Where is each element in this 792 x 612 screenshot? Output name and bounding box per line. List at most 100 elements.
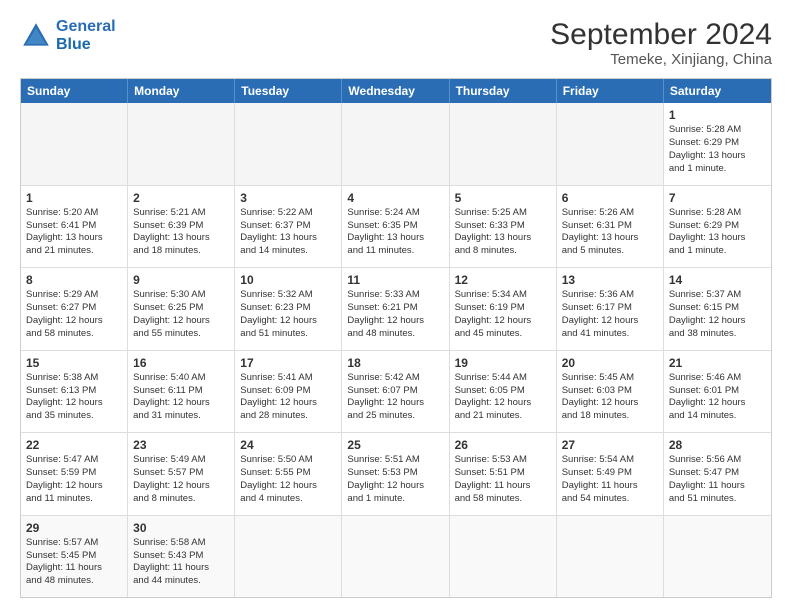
sunset: Sunset: 5:57 PM bbox=[133, 467, 203, 478]
table-row: 29Sunrise: 5:57 AMSunset: 5:45 PMDayligh… bbox=[21, 516, 128, 598]
daylight-minutes: and 51 minutes. bbox=[240, 328, 308, 339]
calendar: Sunday Monday Tuesday Wednesday Thursday… bbox=[20, 78, 772, 598]
daylight-minutes: and 21 minutes. bbox=[26, 245, 94, 256]
sunrise: Sunrise: 5:29 AM bbox=[26, 289, 98, 300]
table-row bbox=[450, 516, 557, 598]
table-row: 23Sunrise: 5:49 AMSunset: 5:57 PMDayligh… bbox=[128, 433, 235, 515]
sunrise: Sunrise: 5:37 AM bbox=[669, 289, 741, 300]
day-number: 22 bbox=[26, 437, 122, 453]
daylight: Daylight: 12 hours bbox=[133, 397, 210, 408]
sunset: Sunset: 5:51 PM bbox=[455, 467, 525, 478]
day-number: 18 bbox=[347, 355, 443, 371]
table-row: 1Sunrise: 5:28 AMSunset: 6:29 PMDaylight… bbox=[664, 103, 771, 185]
table-row: 15Sunrise: 5:38 AMSunset: 6:13 PMDayligh… bbox=[21, 351, 128, 433]
sunrise: Sunrise: 5:51 AM bbox=[347, 454, 419, 465]
table-row: 7Sunrise: 5:28 AMSunset: 6:29 PMDaylight… bbox=[664, 186, 771, 268]
table-row: 6Sunrise: 5:26 AMSunset: 6:31 PMDaylight… bbox=[557, 186, 664, 268]
table-row: 19Sunrise: 5:44 AMSunset: 6:05 PMDayligh… bbox=[450, 351, 557, 433]
sunrise: Sunrise: 5:41 AM bbox=[240, 372, 312, 383]
sunrise: Sunrise: 5:34 AM bbox=[455, 289, 527, 300]
sunset: Sunset: 6:29 PM bbox=[669, 137, 739, 148]
day-number: 3 bbox=[240, 190, 336, 206]
day-number: 10 bbox=[240, 272, 336, 288]
daylight-minutes: and 18 minutes. bbox=[562, 410, 630, 421]
table-row bbox=[128, 103, 235, 185]
table-row: 25Sunrise: 5:51 AMSunset: 5:53 PMDayligh… bbox=[342, 433, 449, 515]
day-number: 25 bbox=[347, 437, 443, 453]
daylight-minutes: and 1 minute. bbox=[669, 163, 727, 174]
daylight-minutes: and 35 minutes. bbox=[26, 410, 94, 421]
daylight: Daylight: 12 hours bbox=[240, 397, 317, 408]
daylight: Daylight: 12 hours bbox=[562, 397, 639, 408]
sunset: Sunset: 6:33 PM bbox=[455, 220, 525, 231]
daylight: Daylight: 13 hours bbox=[240, 232, 317, 243]
day-number: 29 bbox=[26, 520, 122, 536]
day-number: 19 bbox=[455, 355, 551, 371]
logo: GeneralBlue bbox=[20, 18, 116, 53]
daylight: Daylight: 12 hours bbox=[347, 397, 424, 408]
table-row: 12Sunrise: 5:34 AMSunset: 6:19 PMDayligh… bbox=[450, 268, 557, 350]
sunrise: Sunrise: 5:45 AM bbox=[562, 372, 634, 383]
day-number: 26 bbox=[455, 437, 551, 453]
day-number: 11 bbox=[347, 272, 443, 288]
daylight: Daylight: 12 hours bbox=[562, 315, 639, 326]
daylight: Daylight: 11 hours bbox=[133, 562, 209, 573]
daylight: Daylight: 12 hours bbox=[669, 397, 746, 408]
daylight: Daylight: 13 hours bbox=[347, 232, 424, 243]
sunrise: Sunrise: 5:24 AM bbox=[347, 207, 419, 218]
sunrise: Sunrise: 5:26 AM bbox=[562, 207, 634, 218]
day-number: 4 bbox=[347, 190, 443, 206]
daylight-minutes: and 1 minute. bbox=[347, 493, 405, 504]
daylight: Daylight: 13 hours bbox=[562, 232, 639, 243]
sunset: Sunset: 6:11 PM bbox=[133, 385, 203, 396]
sunrise: Sunrise: 5:22 AM bbox=[240, 207, 312, 218]
sunset: Sunset: 6:19 PM bbox=[455, 302, 525, 313]
table-row: 17Sunrise: 5:41 AMSunset: 6:09 PMDayligh… bbox=[235, 351, 342, 433]
daylight-minutes: and 8 minutes. bbox=[133, 493, 195, 504]
sunrise: Sunrise: 5:25 AM bbox=[455, 207, 527, 218]
calendar-row: 1Sunrise: 5:28 AMSunset: 6:29 PMDaylight… bbox=[21, 103, 771, 185]
table-row: 5Sunrise: 5:25 AMSunset: 6:33 PMDaylight… bbox=[450, 186, 557, 268]
sunset: Sunset: 6:23 PM bbox=[240, 302, 310, 313]
table-row: 4Sunrise: 5:24 AMSunset: 6:35 PMDaylight… bbox=[342, 186, 449, 268]
day-number: 21 bbox=[669, 355, 766, 371]
sunset: Sunset: 6:05 PM bbox=[455, 385, 525, 396]
daylight-minutes: and 44 minutes. bbox=[133, 575, 201, 586]
day-number: 2 bbox=[133, 190, 229, 206]
daylight-minutes: and 21 minutes. bbox=[455, 410, 523, 421]
sunrise: Sunrise: 5:42 AM bbox=[347, 372, 419, 383]
daylight: Daylight: 13 hours bbox=[26, 232, 103, 243]
sunrise: Sunrise: 5:33 AM bbox=[347, 289, 419, 300]
daylight-minutes: and 48 minutes. bbox=[347, 328, 415, 339]
daylight: Daylight: 11 hours bbox=[562, 480, 638, 491]
sunset: Sunset: 6:01 PM bbox=[669, 385, 739, 396]
sunrise: Sunrise: 5:49 AM bbox=[133, 454, 205, 465]
daylight: Daylight: 12 hours bbox=[26, 397, 103, 408]
table-row bbox=[664, 516, 771, 598]
page: GeneralBlue September 2024 Temeke, Xinji… bbox=[0, 0, 792, 612]
sunset: Sunset: 6:03 PM bbox=[562, 385, 632, 396]
table-row: 1Sunrise: 5:20 AMSunset: 6:41 PMDaylight… bbox=[21, 186, 128, 268]
daylight-minutes: and 4 minutes. bbox=[240, 493, 302, 504]
table-row bbox=[235, 103, 342, 185]
calendar-row: 1Sunrise: 5:20 AMSunset: 6:41 PMDaylight… bbox=[21, 185, 771, 268]
header-tuesday: Tuesday bbox=[235, 79, 342, 103]
sunset: Sunset: 6:29 PM bbox=[669, 220, 739, 231]
daylight-minutes: and 45 minutes. bbox=[455, 328, 523, 339]
sunset: Sunset: 6:37 PM bbox=[240, 220, 310, 231]
sunset: Sunset: 5:53 PM bbox=[347, 467, 417, 478]
sunrise: Sunrise: 5:50 AM bbox=[240, 454, 312, 465]
daylight: Daylight: 12 hours bbox=[669, 315, 746, 326]
table-row: 8Sunrise: 5:29 AMSunset: 6:27 PMDaylight… bbox=[21, 268, 128, 350]
sunset: Sunset: 6:15 PM bbox=[669, 302, 739, 313]
table-row: 16Sunrise: 5:40 AMSunset: 6:11 PMDayligh… bbox=[128, 351, 235, 433]
daylight: Daylight: 13 hours bbox=[669, 150, 746, 161]
day-number: 5 bbox=[455, 190, 551, 206]
day-number: 1 bbox=[26, 190, 122, 206]
daylight-minutes: and 51 minutes. bbox=[669, 493, 737, 504]
daylight-minutes: and 11 minutes. bbox=[347, 245, 414, 256]
daylight: Daylight: 12 hours bbox=[133, 315, 210, 326]
sunrise: Sunrise: 5:56 AM bbox=[669, 454, 741, 465]
day-number: 24 bbox=[240, 437, 336, 453]
calendar-row: 8Sunrise: 5:29 AMSunset: 6:27 PMDaylight… bbox=[21, 267, 771, 350]
